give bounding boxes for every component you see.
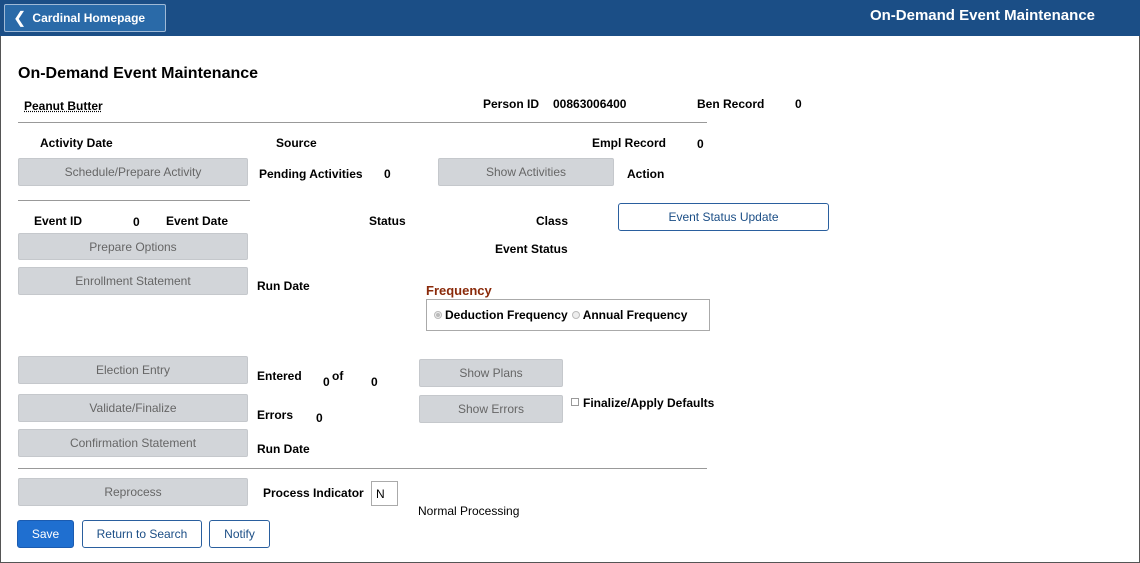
election-entry-button[interactable]: Election Entry (18, 356, 248, 384)
person-id-value: 00863006400 (553, 97, 627, 111)
reprocess-button[interactable]: Reprocess (18, 478, 248, 506)
employee-name-link[interactable]: Peanut Butter (24, 99, 103, 113)
show-plans-button[interactable]: Show Plans (419, 359, 563, 387)
deduction-frequency-label: Deduction Frequency (445, 308, 568, 322)
annual-frequency-label: Annual Frequency (582, 308, 688, 322)
confirmation-run-date-label: Run Date (257, 442, 310, 456)
validate-finalize-button[interactable]: Validate/Finalize (18, 394, 248, 422)
finalize-defaults-checkbox[interactable] (571, 398, 579, 406)
action-label: Action (627, 167, 665, 181)
save-button[interactable]: Save (17, 520, 74, 548)
ben-record-value: 0 (795, 97, 802, 111)
prepare-options-button[interactable]: Prepare Options (18, 233, 248, 260)
cardinal-homepage-button[interactable]: ❮ Cardinal Homepage (4, 4, 166, 32)
confirmation-statement-button[interactable]: Confirmation Statement (18, 429, 248, 457)
divider-3 (18, 468, 707, 469)
status-label: Status (369, 214, 406, 228)
pending-activities-count: 0 (384, 167, 391, 181)
event-id-label: Event ID (34, 214, 83, 228)
finalize-defaults-label: Finalize/Apply Defaults (583, 396, 715, 410)
annual-frequency-radio[interactable] (571, 311, 580, 319)
frequency-group: Deduction Frequency Annual Frequency (426, 299, 710, 331)
show-activities-button[interactable]: Show Activities (438, 158, 614, 186)
show-errors-button[interactable]: Show Errors (419, 395, 563, 423)
empl-record-label: Empl Record (592, 136, 667, 150)
errors-label: Errors (257, 408, 294, 422)
event-date-label: Event Date (166, 214, 229, 228)
ben-record-label: Ben Record (697, 97, 765, 111)
page-title: On-Demand Event Maintenance (18, 65, 259, 82)
enrollment-statement-button[interactable]: Enrollment Statement (18, 267, 248, 295)
event-id-value: 0 (133, 215, 140, 229)
event-status-label: Event Status (495, 242, 568, 256)
process-indicator-text: Normal Processing (418, 504, 520, 518)
activity-date-label: Activity Date (40, 136, 113, 150)
divider-1 (18, 122, 707, 123)
pending-activities-label: Pending Activities (259, 167, 363, 181)
enrollment-run-date-label: Run Date (257, 279, 310, 293)
event-status-update-button[interactable]: Event Status Update (618, 203, 829, 231)
total-count: 0 (371, 375, 378, 389)
top-bar: ❮ Cardinal Homepage On-Demand Event Main… (0, 0, 1140, 36)
class-label: Class (536, 214, 569, 228)
notify-button[interactable]: Notify (209, 520, 270, 548)
process-indicator-label: Process Indicator (263, 486, 364, 500)
schedule-prepare-activity-button[interactable]: Schedule/Prepare Activity (18, 158, 248, 186)
return-to-search-button[interactable]: Return to Search (82, 520, 202, 548)
chevron-left-icon: ❮ (13, 10, 27, 27)
of-label: of (332, 369, 344, 383)
person-id-label: Person ID (483, 97, 540, 111)
entered-label: Entered (257, 369, 302, 383)
divider-2 (18, 200, 250, 201)
frequency-label: Frequency (426, 283, 492, 298)
errors-count: 0 (316, 411, 323, 425)
page-header-title: On-Demand Event Maintenance (869, 7, 1095, 24)
deduction-frequency-radio[interactable] (434, 311, 442, 319)
source-label: Source (276, 136, 317, 150)
cardinal-homepage-label: Cardinal Homepage (32, 11, 146, 25)
process-indicator-input[interactable]: N (371, 481, 398, 506)
entered-count: 0 (323, 375, 330, 389)
empl-record-value: 0 (697, 137, 704, 151)
